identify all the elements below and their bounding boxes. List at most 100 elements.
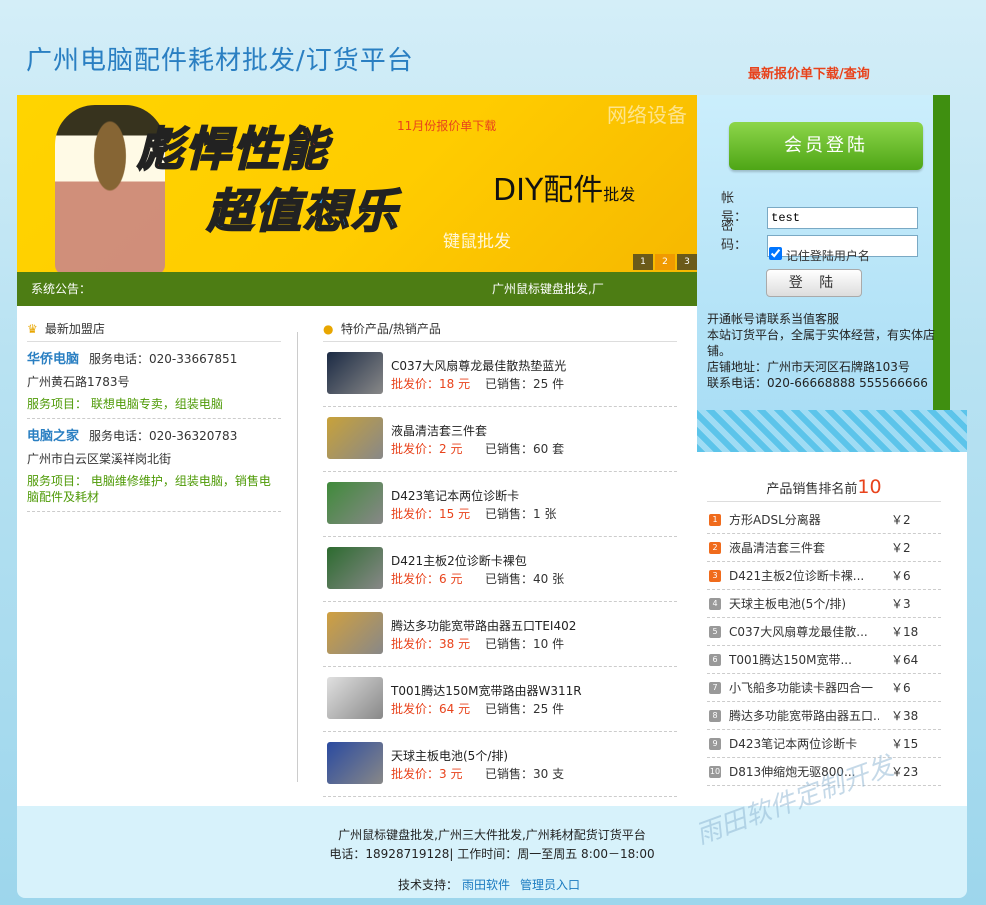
product-sold: 已销售：25 件 (485, 377, 565, 391)
rank-product-name[interactable]: 腾达多功能宽带路由器五口... (729, 702, 879, 730)
footer-line-3: 技术支持： 雨田软件 管理员入口 (17, 876, 967, 893)
ranking-item[interactable]: 5 C037大风扇尊龙最佳散... ￥18 (707, 618, 941, 646)
product-item[interactable]: C037大风扇尊龙最佳散热垫蓝光 批发价：18 元已销售：25 件 (323, 342, 677, 407)
product-thumbnail[interactable] (327, 417, 383, 459)
rank-number: 1 (709, 514, 721, 526)
ranking-item[interactable]: 4 天球主板电池(5个/排) ￥3 (707, 590, 941, 618)
product-name[interactable]: 液晶清洁套三件套 (391, 422, 487, 439)
rank-product-name[interactable]: 小飞船多功能读卡器四合一 (729, 674, 879, 702)
rank-price: ￥6 (891, 681, 911, 695)
product-name[interactable]: 天球主板电池(5个/排) (391, 747, 508, 764)
ranking-item[interactable]: 8 腾达多功能宽带路由器五口... ￥38 (707, 702, 941, 730)
info-line: 开通帐号请联系当值客服 (707, 312, 840, 326)
shop-name[interactable]: 华侨电脑 (27, 352, 79, 367)
banner-page-2[interactable]: 2 (655, 254, 675, 270)
product-price: 批发价：15 元 (391, 507, 471, 521)
crown-icon: ♛ (27, 322, 38, 336)
product-thumbnail[interactable] (327, 547, 383, 589)
rank-product-name[interactable]: 液晶清洁套三件套 (729, 534, 879, 562)
product-item[interactable]: 液晶清洁套三件套 批发价：2 元 已销售：60 套 (323, 407, 677, 472)
ranking-list: 1 方形ADSL分离器 ￥2 2 液晶清洁套三件套 ￥2 3 D421主板2位诊断卡裸... ￥… (707, 506, 941, 786)
login-button[interactable]: 登 陆 (766, 269, 862, 297)
login-panel: 会员登陆 帐 号： 密 码： 记住登陆用户名 登 陆 开通帐号请联系当值客服 本… (697, 95, 950, 452)
login-decor-stripe (697, 410, 967, 452)
shops-title: 最新加盟店 (44, 322, 105, 336)
ranking-item[interactable]: 1 方形ADSL分离器 ￥2 (707, 506, 941, 534)
info-line: 联系电话：020-66668888 555566666 (707, 376, 928, 390)
product-thumbnail[interactable] (327, 612, 383, 654)
banner-page-3[interactable]: 3 (677, 254, 697, 270)
remember-checkbox[interactable] (769, 247, 782, 260)
product-price: 批发价：64 元 (391, 702, 471, 716)
product-name[interactable]: 腾达多功能宽带路由器五口TEI402 (391, 617, 576, 634)
product-name[interactable]: C037大风扇尊龙最佳散热垫蓝光 (391, 357, 566, 374)
product-thumbnail[interactable] (327, 352, 383, 394)
product-name[interactable]: D421主板2位诊断卡裸包 (391, 552, 527, 569)
footer-line-1: 广州鼠标键盘批发,广州三大件批发,广州耗材配货订货平台 (338, 828, 646, 842)
banner-headline-1: 彪悍性能 (136, 121, 329, 177)
product-list: C037大风扇尊龙最佳散热垫蓝光 批发价：18 元已销售：25 件液晶清洁套三件套… (323, 342, 677, 797)
rank-number: 4 (709, 598, 721, 610)
ranking-item[interactable]: 2 液晶清洁套三件套 ￥2 (707, 534, 941, 562)
product-thumbnail[interactable] (327, 742, 383, 784)
info-line: 店铺地址：广州市天河区石牌路103号 (707, 360, 910, 374)
ranking-section: 产品销售排名前10 1 方形ADSL分离器 ￥2 2 液晶清洁套三件套 ￥2 3 D421主板… (697, 452, 967, 806)
remember-row: 记住登陆用户名 (769, 247, 870, 264)
ranking-item[interactable]: 9 D423笔记本两位诊断卡 ￥15 (707, 730, 941, 758)
shop-item: 电脑之家 服务电话：020-36320783 广州市白云区棠溪祥岗北街 服务项目：… (27, 419, 281, 512)
product-thumbnail[interactable] (327, 482, 383, 524)
shop-tel: 服务电话：020-33667851 (89, 352, 238, 366)
product-item[interactable]: D423笔记本两位诊断卡 批发价：15 元已销售：1 张 (323, 472, 677, 537)
ranking-item[interactable]: 7 小飞船多功能读卡器四合一 ￥6 (707, 674, 941, 702)
rank-product-name[interactable]: D421主板2位诊断卡裸... (729, 562, 879, 590)
rank-product-name[interactable]: D423笔记本两位诊断卡 (729, 730, 879, 758)
notice-bar: 系统公告： 广州鼠标键盘批发,厂 (17, 272, 697, 306)
product-price: 批发价：3 元 (391, 767, 463, 781)
products-title: 特价产品/热销产品 (340, 322, 441, 336)
product-item[interactable]: 腾达多功能宽带路由器五口TEI402 批发价：38 元已销售：10 件 (323, 602, 677, 667)
product-thumbnail[interactable] (327, 677, 383, 719)
banner-keyboard-text: 键鼠批发 (443, 232, 511, 252)
notice-marquee[interactable]: 广州鼠标键盘批发,厂 (492, 272, 604, 306)
product-sold: 已销售：25 件 (485, 702, 565, 716)
rank-price: ￥2 (891, 541, 911, 555)
product-sold: 已销售：40 张 (485, 572, 565, 586)
shops-section: ♛ 最新加盟店 华侨电脑 服务电话：020-33667851 广州黄石路1783号… (27, 316, 281, 512)
column-divider (297, 332, 298, 782)
rank-price: ￥18 (891, 625, 919, 639)
ranking-item[interactable]: 3 D421主板2位诊断卡裸... ￥6 (707, 562, 941, 590)
login-header: 会员登陆 (729, 122, 923, 170)
banner-slider[interactable]: 彪悍性能 超值想乐 11月份报价单下载 网络设备 DIY配件批发 键鼠批发 1 … (17, 95, 697, 272)
support-link[interactable]: 雨田软件 (462, 878, 510, 892)
rank-product-name[interactable]: 方形ADSL分离器 (729, 506, 879, 534)
rank-product-name[interactable]: C037大风扇尊龙最佳散... (729, 618, 879, 646)
shop-item: 华侨电脑 服务电话：020-33667851 广州黄石路1783号 服务项目： 联… (27, 342, 281, 419)
product-item[interactable]: D421主板2位诊断卡裸包 批发价：6 元 已销售：40 张 (323, 537, 677, 602)
banner-download-link[interactable]: 11月份报价单下载 (397, 117, 496, 134)
shops-header: ♛ 最新加盟店 (27, 316, 281, 342)
products-section: ● 特价产品/热销产品 C037大风扇尊龙最佳散热垫蓝光 批发价：18 元已销售：… (323, 316, 677, 797)
shop-name[interactable]: 电脑之家 (27, 429, 79, 444)
banner-diy-text: DIY配件批发 (493, 165, 635, 209)
product-item[interactable]: 天球主板电池(5个/排) 批发价：3 元 已销售：30 支 (323, 732, 677, 797)
rank-price: ￥6 (891, 569, 911, 583)
rank-number: 10 (709, 766, 721, 778)
ranking-item[interactable]: 6 T001腾达150M宽带... ￥64 (707, 646, 941, 674)
product-sold: 已销售：60 套 (485, 442, 565, 456)
rank-price: ￥2 (891, 513, 911, 527)
chat-icon: ● (323, 322, 334, 336)
product-item[interactable]: T001腾达150M宽带路由器W311R 批发价：64 元已销售：25 件 (323, 667, 677, 732)
ranking-title: 产品销售排名前 (766, 482, 858, 497)
rank-price: ￥3 (891, 597, 911, 611)
banner-page-1[interactable]: 1 (633, 254, 653, 270)
admin-link[interactable]: 管理员入口 (520, 878, 580, 892)
product-name[interactable]: D423笔记本两位诊断卡 (391, 487, 519, 504)
ranking-header: 产品销售排名前10 (707, 476, 941, 502)
shop-services: 服务项目： 电脑维修维护，组装电脑，销售电脑配件及耗材 (27, 474, 271, 504)
product-name[interactable]: T001腾达150M宽带路由器W311R (391, 682, 582, 699)
rank-number: 7 (709, 682, 721, 694)
rank-product-name[interactable]: T001腾达150M宽带... (729, 646, 879, 674)
shop-services: 服务项目： 联想电脑专卖，组装电脑 (27, 397, 223, 411)
price-list-link[interactable]: 最新报价单下载/查询 (748, 63, 870, 82)
rank-product-name[interactable]: 天球主板电池(5个/排) (729, 590, 879, 618)
